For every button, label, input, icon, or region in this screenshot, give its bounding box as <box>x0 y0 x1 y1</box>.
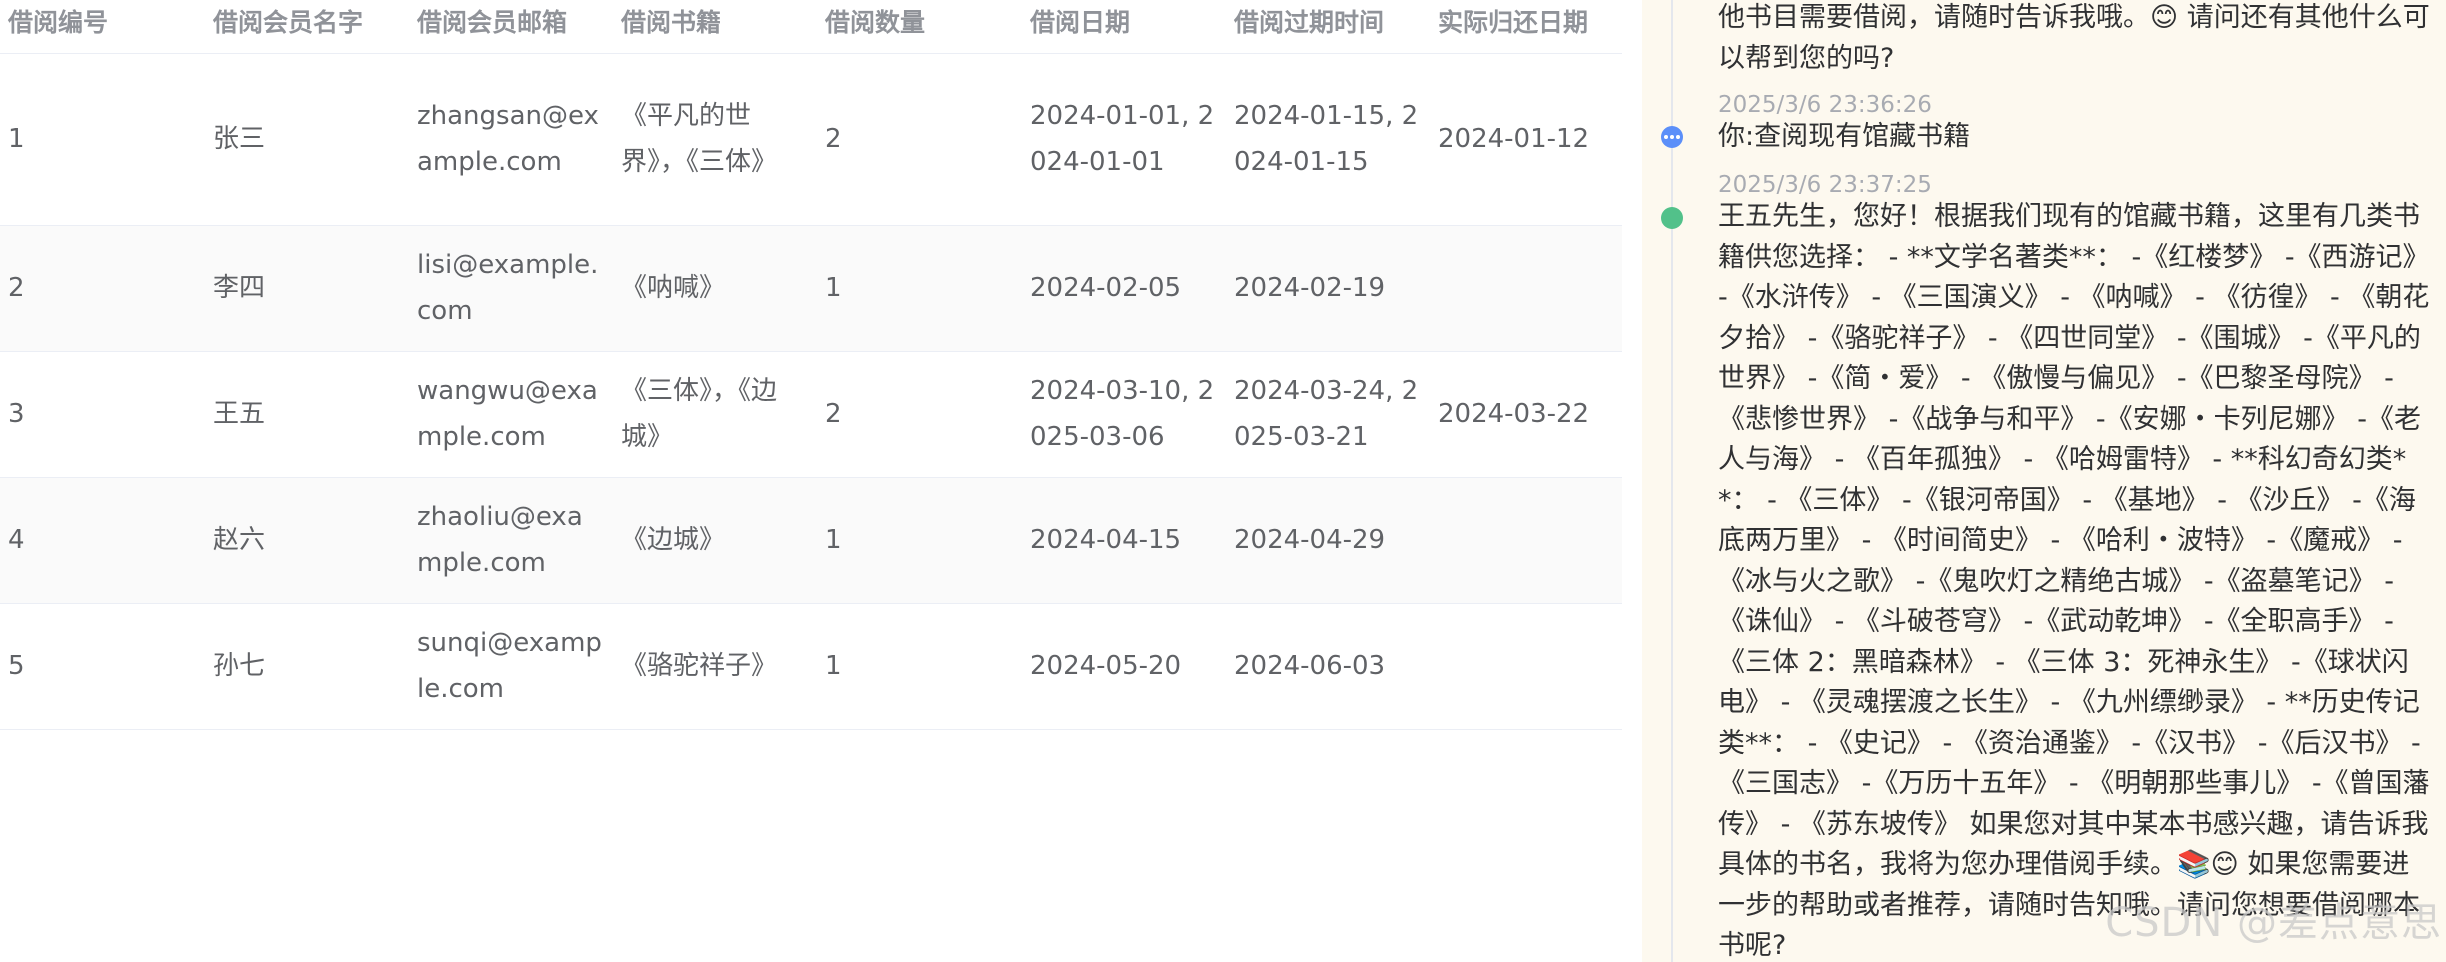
cell-member-email: zhangsan@example.com <box>409 53 613 226</box>
table-header-row: 借阅编号 借阅会员名字 借阅会员邮箱 借阅书籍 借阅数量 借阅日期 借阅过期时间… <box>0 0 1622 54</box>
table-body: 1 张三 zhangsan@example.com 《平凡的世界》，《三体》 2… <box>0 53 1622 730</box>
cell-due-date: 2024-02-19 <box>1226 225 1430 352</box>
cell-member-name: 赵六 <box>205 477 409 604</box>
cell-due-date: 2024-03-24, 2025-03-21 <box>1226 351 1430 478</box>
cell-return-date <box>1430 225 1622 352</box>
cell-member-name: 王五 <box>205 351 409 478</box>
cell-count: 1 <box>817 477 1022 604</box>
cell-borrow-date: 2024-04-15 <box>1022 477 1226 604</box>
cell-borrow-date: 2024-03-10, 2025-03-06 <box>1022 351 1226 478</box>
cell-member-name: 李四 <box>205 225 409 352</box>
cell-borrow-id: 4 <box>0 477 205 604</box>
table-row[interactable]: 5 孙七 sunqi@example.com 《骆驼祥子》 1 2024-05-… <box>0 603 1622 730</box>
column-header-member-email[interactable]: 借阅会员邮箱 <box>409 0 613 54</box>
user-timeline-dot-icon <box>1661 126 1683 148</box>
cell-borrow-date: 2024-02-05 <box>1022 225 1226 352</box>
cell-member-email: lisi@example.com <box>409 225 613 352</box>
cell-count: 1 <box>817 603 1022 730</box>
cell-due-date: 2024-06-03 <box>1226 603 1430 730</box>
cell-books: 《骆驼祥子》 <box>613 603 817 730</box>
previous-assistant-message: 他书目需要借阅，请随时告诉我哦。😊 请问还有其他什么可以帮到您的吗? <box>1718 2 2430 74</box>
table-row[interactable]: 2 李四 lisi@example.com 《呐喊》 1 2024-02-05 … <box>0 225 1622 352</box>
column-header-books[interactable]: 借阅书籍 <box>613 0 817 54</box>
cell-member-email: sunqi@example.com <box>409 603 613 730</box>
cell-books: 《三体》，《边城》 <box>613 351 817 478</box>
table-header: 借阅编号 借阅会员名字 借阅会员邮箱 借阅书籍 借阅数量 借阅日期 借阅过期时间… <box>0 0 1622 54</box>
cell-borrow-id: 2 <box>0 225 205 352</box>
cell-count: 2 <box>817 351 1022 478</box>
library-borrow-page: 借阅编号 借阅会员名字 借阅会员邮箱 借阅书籍 借阅数量 借阅日期 借阅过期时间… <box>0 0 2446 962</box>
cell-borrow-id: 3 <box>0 351 205 478</box>
cell-member-email: wangwu@example.com <box>409 351 613 478</box>
chat-history-panel[interactable]: 他书目需要借阅，请随时告诉我哦。😊 请问还有其他什么可以帮到您的吗? 2025/… <box>1642 0 2446 962</box>
cell-return-date <box>1430 477 1622 604</box>
cell-return-date <box>1430 603 1622 730</box>
user-message: 你:查阅现有馆藏书籍 <box>1718 121 1971 152</box>
table-row[interactable]: 1 张三 zhangsan@example.com 《平凡的世界》，《三体》 2… <box>0 53 1622 226</box>
cell-borrow-id: 1 <box>0 53 205 226</box>
column-header-due-date[interactable]: 借阅过期时间 <box>1226 0 1430 54</box>
assistant-timeline-dot-icon <box>1661 207 1683 229</box>
column-header-borrow-id[interactable]: 借阅编号 <box>0 0 205 54</box>
column-header-return-date[interactable]: 实际归还日期 <box>1430 0 1622 54</box>
cell-books: 《平凡的世界》，《三体》 <box>613 53 817 226</box>
table-row[interactable]: 4 赵六 zhaoliu@example.com 《边城》 1 2024-04-… <box>0 477 1622 604</box>
cell-member-email: zhaoliu@example.com <box>409 477 613 604</box>
cell-count: 2 <box>817 53 1022 226</box>
cell-member-name: 孙七 <box>205 603 409 730</box>
table-row[interactable]: 3 王五 wangwu@example.com 《三体》，《边城》 2 2024… <box>0 351 1622 478</box>
cell-borrow-date: 2024-01-01, 2024-01-01 <box>1022 53 1226 226</box>
column-header-member-name[interactable]: 借阅会员名字 <box>205 0 409 54</box>
borrow-records-panel: 借阅编号 借阅会员名字 借阅会员邮箱 借阅书籍 借阅数量 借阅日期 借阅过期时间… <box>0 0 1622 962</box>
assistant-message: 王五先生，您好！根据我们现有的馆藏书籍，这里有几类书籍供您选择： - **文学名… <box>1718 201 2430 961</box>
cell-books: 《边城》 <box>613 477 817 604</box>
cell-member-name: 张三 <box>205 53 409 226</box>
column-header-count[interactable]: 借阅数量 <box>817 0 1022 54</box>
cell-due-date: 2024-01-15, 2024-01-15 <box>1226 53 1430 226</box>
cell-borrow-id: 5 <box>0 603 205 730</box>
cell-due-date: 2024-04-29 <box>1226 477 1430 604</box>
cell-books: 《呐喊》 <box>613 225 817 352</box>
cell-borrow-date: 2024-05-20 <box>1022 603 1226 730</box>
cell-return-date: 2024-03-22 <box>1430 351 1622 478</box>
message-timestamp: 2025/3/6 23:37:25 <box>1718 172 1932 198</box>
column-header-borrow-date[interactable]: 借阅日期 <box>1022 0 1226 54</box>
message-timestamp: 2025/3/6 23:36:26 <box>1718 92 1932 118</box>
borrow-records-table: 借阅编号 借阅会员名字 借阅会员邮箱 借阅书籍 借阅数量 借阅日期 借阅过期时间… <box>0 0 1622 730</box>
cell-return-date: 2024-01-12 <box>1430 53 1622 226</box>
cell-count: 1 <box>817 225 1022 352</box>
